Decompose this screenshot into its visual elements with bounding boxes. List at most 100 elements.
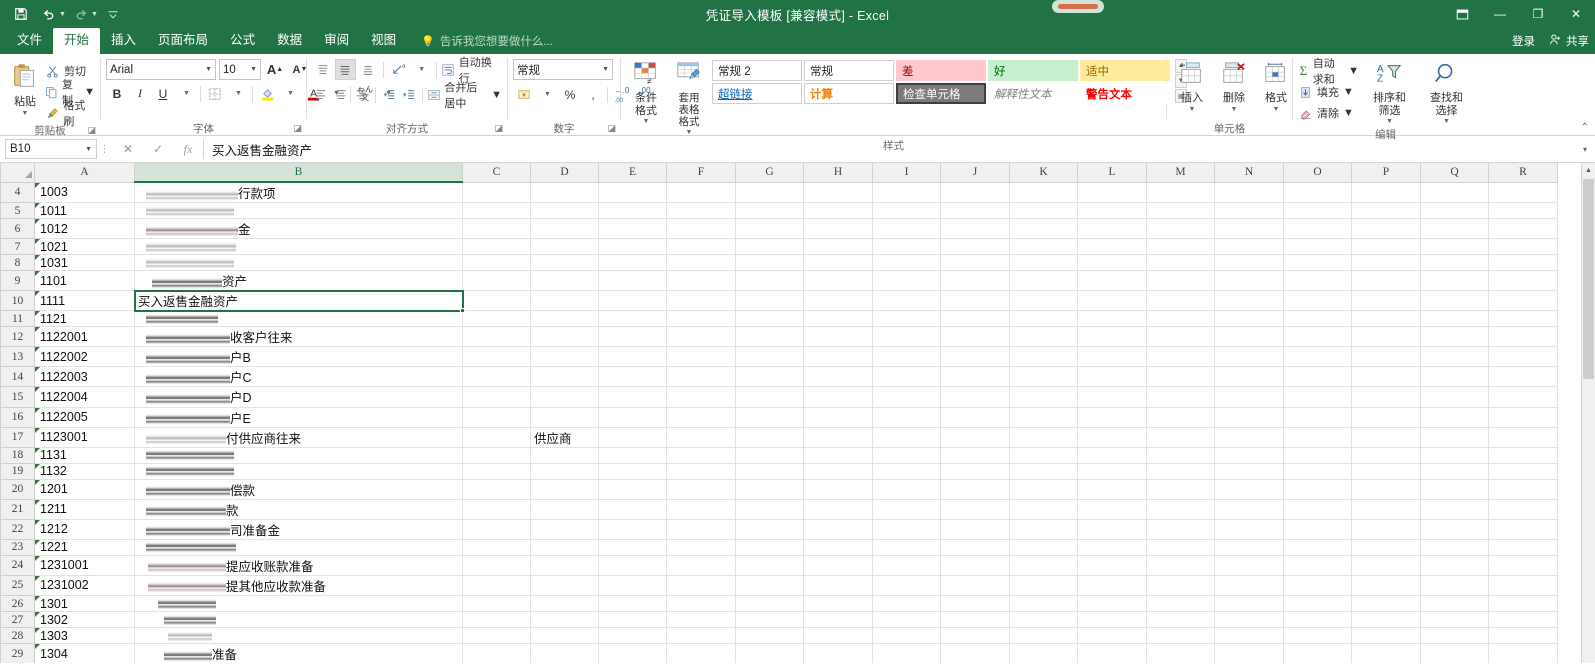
cell-C10[interactable] bbox=[463, 291, 531, 311]
cell-C12[interactable] bbox=[463, 327, 531, 347]
cell-P19[interactable] bbox=[1352, 463, 1421, 479]
cell-M9[interactable] bbox=[1147, 271, 1215, 291]
cell-H7[interactable] bbox=[804, 239, 873, 255]
clipboard-dialog-launcher[interactable]: ◪ bbox=[87, 125, 96, 136]
cell-L9[interactable] bbox=[1078, 271, 1147, 291]
format-cells-button[interactable]: 格式 ▼ bbox=[1256, 59, 1296, 115]
cell-E18[interactable] bbox=[599, 447, 667, 463]
cell-Q25[interactable] bbox=[1421, 575, 1489, 595]
col-header-N[interactable]: N bbox=[1215, 163, 1284, 182]
cell-E16[interactable] bbox=[599, 407, 667, 427]
cell-J16[interactable] bbox=[941, 407, 1010, 427]
cell-H23[interactable] bbox=[804, 539, 873, 555]
cell-Q9[interactable] bbox=[1421, 271, 1489, 291]
cell-C4[interactable] bbox=[463, 182, 531, 203]
cell-E10[interactable] bbox=[599, 291, 667, 311]
cell-A26[interactable]: 1301 bbox=[35, 595, 135, 611]
cell-L18[interactable] bbox=[1078, 447, 1147, 463]
row-header[interactable]: 19 bbox=[1, 463, 35, 479]
cell-O16[interactable] bbox=[1284, 407, 1352, 427]
cell-N28[interactable] bbox=[1215, 628, 1284, 644]
cell-N13[interactable] bbox=[1215, 347, 1284, 367]
cell-I11[interactable] bbox=[873, 311, 941, 327]
cell-K11[interactable] bbox=[1010, 311, 1078, 327]
cell-K5[interactable] bbox=[1010, 203, 1078, 219]
cell-F6[interactable] bbox=[667, 219, 736, 239]
cell-H10[interactable] bbox=[804, 291, 873, 311]
cell-P7[interactable] bbox=[1352, 239, 1421, 255]
table-row[interactable]: 111121 bbox=[1, 311, 1558, 327]
cell-A28[interactable]: 1303 bbox=[35, 628, 135, 644]
insert-function-button[interactable]: fx bbox=[173, 142, 203, 157]
cell-H5[interactable] bbox=[804, 203, 873, 219]
cell-E23[interactable] bbox=[599, 539, 667, 555]
cell-B16[interactable]: 户E bbox=[135, 407, 463, 427]
cell-L13[interactable] bbox=[1078, 347, 1147, 367]
cell-P24[interactable] bbox=[1352, 555, 1421, 575]
cell-G23[interactable] bbox=[736, 539, 804, 555]
cell-O20[interactable] bbox=[1284, 479, 1352, 499]
tab-review[interactable]: 审阅 bbox=[313, 28, 360, 54]
tab-home[interactable]: 开始 bbox=[53, 28, 100, 54]
cell-D5[interactable] bbox=[531, 203, 599, 219]
cell-C27[interactable] bbox=[463, 612, 531, 628]
row-header[interactable]: 14 bbox=[1, 367, 35, 387]
cell-O7[interactable] bbox=[1284, 239, 1352, 255]
cell-Q14[interactable] bbox=[1421, 367, 1489, 387]
cell-K18[interactable] bbox=[1010, 447, 1078, 463]
col-header-K[interactable]: K bbox=[1010, 163, 1078, 182]
delete-cells-button[interactable]: 删除 ▼ bbox=[1214, 59, 1254, 115]
cell-C19[interactable] bbox=[463, 463, 531, 479]
cell-L22[interactable] bbox=[1078, 519, 1147, 539]
cell-Q23[interactable] bbox=[1421, 539, 1489, 555]
italic-button[interactable]: I bbox=[129, 83, 151, 104]
cell-B18[interactable] bbox=[135, 447, 463, 463]
orientation-dropdown-icon[interactable]: ▼ bbox=[410, 59, 432, 80]
cell-K21[interactable] bbox=[1010, 499, 1078, 519]
cell-J21[interactable] bbox=[941, 499, 1010, 519]
style-bad[interactable]: 差 bbox=[896, 60, 986, 81]
chevron-down-icon[interactable]: ▼ bbox=[247, 66, 257, 73]
borders-dropdown-icon[interactable]: ▼ bbox=[227, 83, 249, 104]
align-bottom-button[interactable] bbox=[357, 59, 379, 80]
cell-R25[interactable] bbox=[1489, 575, 1558, 595]
table-row[interactable]: 181131 bbox=[1, 447, 1558, 463]
row-header[interactable]: 23 bbox=[1, 539, 35, 555]
cell-L8[interactable] bbox=[1078, 255, 1147, 271]
cell-C20[interactable] bbox=[463, 479, 531, 499]
cell-M26[interactable] bbox=[1147, 595, 1215, 611]
cell-H12[interactable] bbox=[804, 327, 873, 347]
cell-P16[interactable] bbox=[1352, 407, 1421, 427]
cell-D19[interactable] bbox=[531, 463, 599, 479]
cell-C18[interactable] bbox=[463, 447, 531, 463]
cell-M28[interactable] bbox=[1147, 628, 1215, 644]
cell-L19[interactable] bbox=[1078, 463, 1147, 479]
comma-style-button[interactable]: , bbox=[582, 84, 604, 105]
cell-I23[interactable] bbox=[873, 539, 941, 555]
cell-K14[interactable] bbox=[1010, 367, 1078, 387]
cell-F7[interactable] bbox=[667, 239, 736, 255]
cell-N24[interactable] bbox=[1215, 555, 1284, 575]
insert-dropdown-icon[interactable]: ▼ bbox=[1189, 106, 1196, 113]
cell-R24[interactable] bbox=[1489, 555, 1558, 575]
cell-H27[interactable] bbox=[804, 612, 873, 628]
cell-R9[interactable] bbox=[1489, 271, 1558, 291]
cell-O15[interactable] bbox=[1284, 387, 1352, 407]
cell-L10[interactable] bbox=[1078, 291, 1147, 311]
cell-P20[interactable] bbox=[1352, 479, 1421, 499]
cell-E26[interactable] bbox=[599, 595, 667, 611]
cell-M21[interactable] bbox=[1147, 499, 1215, 519]
cell-Q8[interactable] bbox=[1421, 255, 1489, 271]
cell-M7[interactable] bbox=[1147, 239, 1215, 255]
cell-E8[interactable] bbox=[599, 255, 667, 271]
cell-I17[interactable] bbox=[873, 427, 941, 447]
format-as-table-dropdown-icon[interactable]: ▼ bbox=[686, 129, 693, 136]
cell-G6[interactable] bbox=[736, 219, 804, 239]
cell-O29[interactable] bbox=[1284, 644, 1352, 663]
cell-K7[interactable] bbox=[1010, 239, 1078, 255]
cell-N12[interactable] bbox=[1215, 327, 1284, 347]
cell-I28[interactable] bbox=[873, 628, 941, 644]
cell-G8[interactable] bbox=[736, 255, 804, 271]
spreadsheet-grid[interactable]: A B C D E F G H I J K L M N O P Q R 4100… bbox=[0, 163, 1595, 663]
cell-K19[interactable] bbox=[1010, 463, 1078, 479]
